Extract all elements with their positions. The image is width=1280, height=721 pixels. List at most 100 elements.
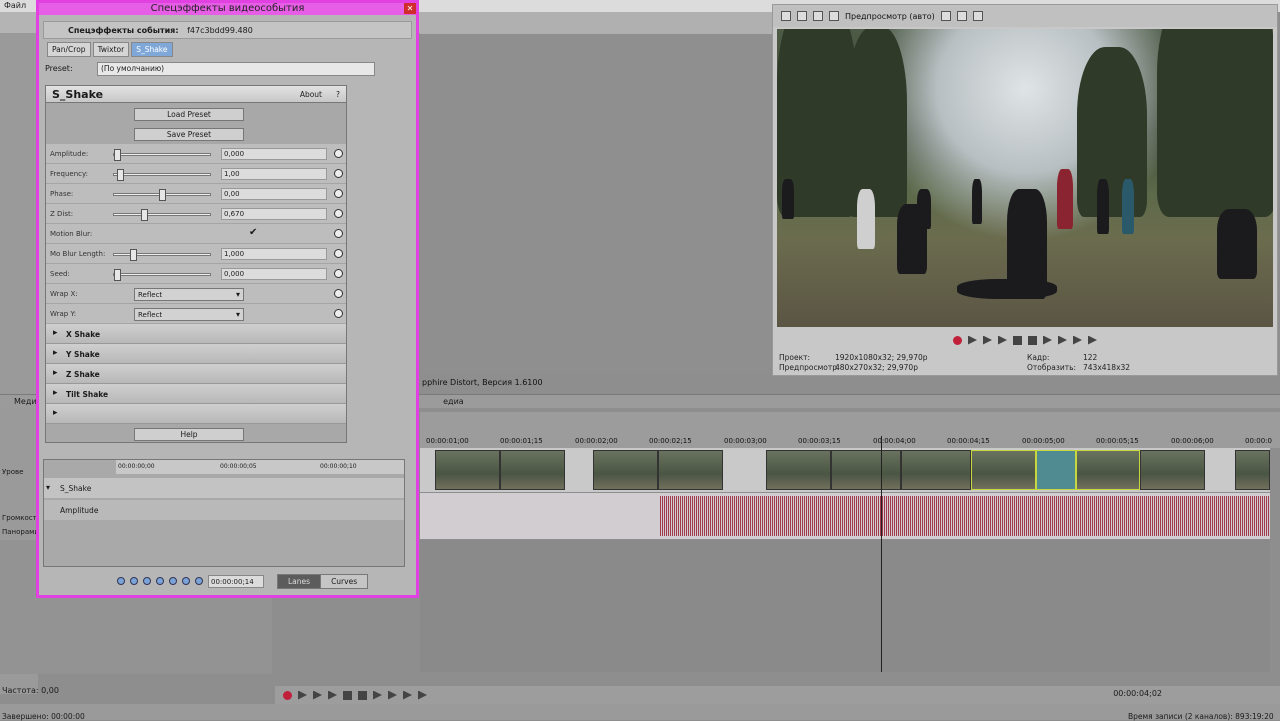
fx-tab-pan-crop[interactable]: Pan/Crop — [47, 41, 91, 57]
overlays-icon[interactable] — [940, 11, 951, 21]
keyframe-clock-icon[interactable] — [334, 149, 343, 158]
keyframe-clock-icon[interactable] — [334, 209, 343, 218]
properties-icon[interactable] — [781, 11, 791, 21]
amplitude-slider[interactable] — [113, 149, 211, 161]
keyframe-ruler[interactable]: 00:00:00;00 00:00:00;05 00:00:00;10 — [116, 460, 404, 474]
video-clip[interactable] — [901, 450, 971, 490]
slider-thumb[interactable] — [141, 209, 148, 221]
timeline-empty-area[interactable] — [420, 540, 1270, 672]
mo-blur-length-slider[interactable] — [113, 249, 211, 261]
audio-waveform[interactable] — [660, 496, 1270, 536]
video-clip[interactable] — [971, 450, 1036, 490]
keyframe-time-field[interactable]: 00:00:00;14 — [208, 574, 264, 588]
frequency-value[interactable]: 1,00 — [221, 168, 327, 180]
section-y-shake[interactable]: Y Shake — [46, 344, 346, 364]
slider-thumb[interactable] — [117, 169, 124, 181]
fx-window-title[interactable]: Спецэффекты видеособытия — [39, 3, 416, 15]
phase-slider[interactable] — [113, 189, 211, 201]
timeline-ruler[interactable]: 00:00:01;00 00:00:01;15 00:00:02;00 00:0… — [420, 432, 1272, 448]
video-clip[interactable] — [500, 450, 565, 490]
z-dist-slider[interactable] — [113, 209, 211, 221]
split-screen-icon[interactable] — [813, 11, 823, 21]
video-clip[interactable] — [435, 450, 500, 490]
fx-tab-twixtor[interactable]: Twixtor — [92, 41, 130, 57]
play-from-start-icon[interactable] — [983, 335, 992, 345]
video-clip[interactable] — [658, 450, 723, 490]
slider-thumb[interactable] — [114, 149, 121, 161]
preset-select[interactable]: (По умолчанию) — [97, 62, 375, 76]
section-more[interactable] — [46, 404, 346, 424]
next-frame-icon[interactable] — [1088, 335, 1097, 345]
lanes-tab[interactable]: Lanes — [277, 573, 322, 589]
amplitude-value[interactable]: 0,000 — [221, 148, 327, 160]
keyframe-clock-icon[interactable] — [334, 309, 343, 318]
stop-icon[interactable] — [1028, 335, 1037, 345]
kf-row-amplitude[interactable]: Amplitude — [44, 500, 404, 520]
section-z-shake[interactable]: Z Shake — [46, 364, 346, 384]
about-button[interactable]: About — [300, 90, 322, 99]
copy-snapshot-icon[interactable] — [956, 11, 967, 21]
keyframe-clock-icon[interactable] — [334, 249, 343, 258]
loop-icon[interactable] — [968, 335, 977, 345]
go-to-end-icon[interactable] — [1058, 335, 1067, 345]
go-to-end-icon[interactable] — [388, 690, 397, 700]
keyframe-clock-icon[interactable] — [334, 269, 343, 278]
go-to-start-icon[interactable] — [373, 690, 382, 700]
last-keyframe-icon[interactable] — [169, 577, 177, 585]
seed-value[interactable]: 0,000 — [221, 268, 327, 280]
section-x-shake[interactable]: X Shake — [46, 324, 346, 344]
keyframe-clock-icon[interactable] — [334, 189, 343, 198]
video-clip[interactable] — [1140, 450, 1205, 490]
play-from-start-icon[interactable] — [313, 690, 322, 700]
help-question-button[interactable]: ? — [336, 90, 340, 99]
pause-icon[interactable] — [343, 690, 352, 700]
sync-cursor-icon[interactable] — [117, 577, 125, 585]
seed-slider[interactable] — [113, 269, 211, 281]
next-frame-icon[interactable] — [418, 690, 427, 700]
video-clip[interactable] — [593, 450, 658, 490]
prev-frame-icon[interactable] — [1073, 335, 1082, 345]
motion-blur-checkbox[interactable]: ✔ — [249, 227, 257, 238]
external-monitor-icon[interactable] — [797, 11, 807, 21]
z-dist-value[interactable]: 0,670 — [221, 208, 327, 220]
prev-frame-icon[interactable] — [403, 690, 412, 700]
video-track[interactable] — [420, 448, 1270, 492]
first-keyframe-icon[interactable] — [130, 577, 138, 585]
section-tilt-shake[interactable]: Tilt Shake — [46, 384, 346, 404]
add-keyframe-icon[interactable] — [182, 577, 190, 585]
video-clip[interactable] — [766, 450, 831, 490]
wrap-y-select[interactable]: Reflect — [134, 308, 244, 321]
video-clip[interactable] — [831, 450, 901, 490]
save-preset-button[interactable]: Save Preset — [134, 128, 244, 141]
wrap-x-select[interactable]: Reflect — [134, 288, 244, 301]
playhead-cursor[interactable] — [881, 436, 882, 672]
go-to-start-icon[interactable] — [1043, 335, 1052, 345]
video-clip[interactable] — [1235, 450, 1270, 490]
load-preset-button[interactable]: Load Preset — [134, 108, 244, 121]
slider-thumb[interactable] — [114, 269, 121, 281]
curves-tab[interactable]: Curves — [320, 573, 369, 589]
record-icon[interactable] — [953, 335, 962, 345]
kf-row-s-shake[interactable]: ▾ S_Shake — [44, 478, 404, 498]
mo-blur-length-value[interactable]: 1,000 — [221, 248, 327, 260]
keyframe-clock-icon[interactable] — [334, 169, 343, 178]
preview-quality-select[interactable]: Предпросмотр (авто) — [845, 12, 935, 21]
frequency-slider[interactable] — [113, 169, 211, 181]
video-clip[interactable] — [1076, 450, 1140, 490]
record-icon[interactable] — [283, 690, 292, 700]
delete-keyframe-icon[interactable] — [195, 577, 203, 585]
preview-quality-icon[interactable] — [829, 11, 839, 21]
stop-icon[interactable] — [358, 690, 367, 700]
slider-thumb[interactable] — [159, 189, 166, 201]
help-button[interactable]: Help — [134, 428, 244, 441]
save-snapshot-icon[interactable] — [972, 11, 983, 21]
close-icon[interactable]: ✕ — [404, 3, 416, 14]
play-icon[interactable] — [328, 690, 337, 700]
next-keyframe-icon[interactable] — [156, 577, 164, 585]
keyframe-clock-icon[interactable] — [334, 229, 343, 238]
loop-icon[interactable] — [298, 690, 307, 700]
video-clip-selected[interactable] — [1036, 450, 1076, 490]
menu-file[interactable]: Файл — [0, 0, 30, 11]
expand-triangle-icon[interactable]: ▾ — [46, 483, 50, 492]
tab-media-right[interactable]: едиа — [429, 395, 478, 408]
